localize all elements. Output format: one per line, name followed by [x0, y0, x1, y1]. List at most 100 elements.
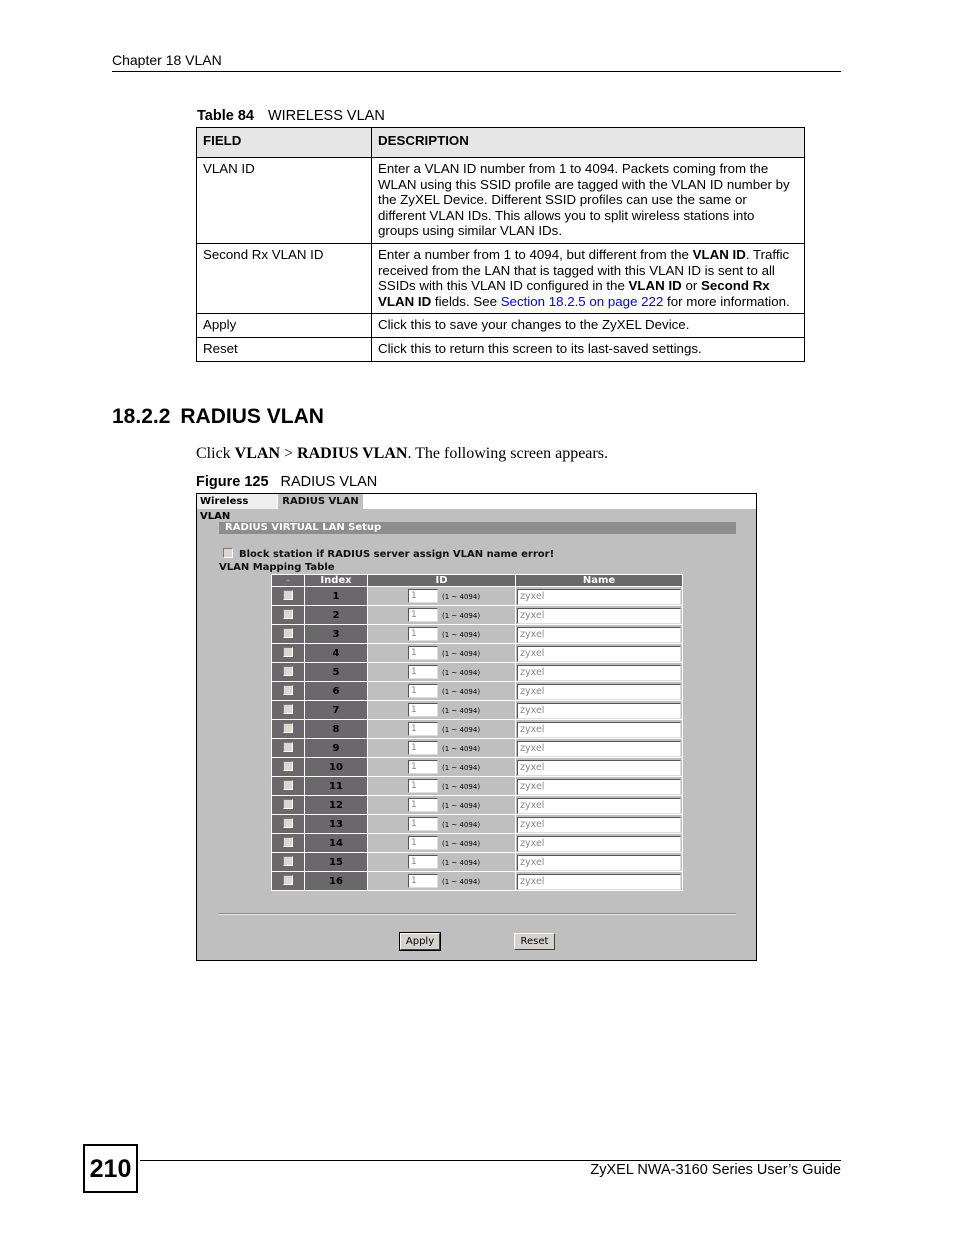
tab-wireless-vlan[interactable]: Wireless VLAN: [197, 494, 277, 522]
id-cell: 1 (1 ~ 4094): [367, 643, 516, 663]
vlan-id-input[interactable]: 1: [408, 760, 438, 774]
name-cell: zyxel: [515, 852, 683, 872]
mapping-row: 2 1 (1 ~ 4094) zyxel: [271, 605, 683, 625]
figure-caption: Figure 125 RADIUS VLAN: [196, 474, 377, 490]
section-heading: 18.2.2 RADIUS VLAN: [112, 405, 324, 429]
tab-bar: Wireless VLAN RADIUS VLAN: [197, 494, 756, 522]
mapping-row: 8 1 (1 ~ 4094) zyxel: [271, 719, 683, 739]
column-header-description: DESCRIPTION: [371, 127, 805, 158]
text: >: [280, 445, 298, 462]
select-cell: [271, 757, 305, 777]
field-cell: Second Rx VLAN ID: [196, 242, 372, 315]
index-cell: 11: [304, 776, 368, 796]
name-cell: zyxel: [515, 643, 683, 663]
vlan-name-input[interactable]: zyxel: [517, 588, 681, 605]
vlan-id-input[interactable]: 1: [408, 874, 438, 888]
vlan-id-input[interactable]: 1: [408, 665, 438, 679]
vlan-id-input[interactable]: 1: [408, 684, 438, 698]
vlan-name-input[interactable]: zyxel: [517, 778, 681, 795]
reset-button[interactable]: Reset: [514, 933, 555, 950]
vlan-name-input[interactable]: zyxel: [517, 835, 681, 852]
vlan-id-input[interactable]: 1: [408, 779, 438, 793]
select-cell: [271, 795, 305, 815]
id-cell: 1 (1 ~ 4094): [367, 662, 516, 682]
row-checkbox[interactable]: [283, 609, 293, 619]
vlan-name-input[interactable]: zyxel: [517, 683, 681, 700]
id-range-hint: (1 ~ 4094): [442, 650, 481, 658]
vlan-name-input[interactable]: zyxel: [517, 702, 681, 719]
vlan-name-input[interactable]: zyxel: [517, 816, 681, 833]
block-station-checkbox[interactable]: [223, 548, 233, 558]
description-cell: Enter a VLAN ID number from 1 to 4094. P…: [371, 157, 805, 244]
name-cell: zyxel: [515, 776, 683, 796]
vlan-name-input[interactable]: zyxel: [517, 797, 681, 814]
vlan-id-input[interactable]: 1: [408, 836, 438, 850]
table-row: Second Rx VLAN ID Enter a number from 1 …: [196, 242, 805, 315]
index-cell: 15: [304, 852, 368, 872]
select-cell: [271, 833, 305, 853]
row-checkbox[interactable]: [283, 723, 293, 733]
vlan-id-input[interactable]: 1: [408, 703, 438, 717]
vlan-id-input[interactable]: 1: [408, 722, 438, 736]
mapping-row: 10 1 (1 ~ 4094) zyxel: [271, 757, 683, 777]
row-checkbox[interactable]: [283, 704, 293, 714]
row-checkbox[interactable]: [283, 685, 293, 695]
vlan-id-input[interactable]: 1: [408, 855, 438, 869]
vlan-name-input[interactable]: zyxel: [517, 854, 681, 871]
vlan-id-input[interactable]: 1: [408, 589, 438, 603]
mapping-row: 5 1 (1 ~ 4094) zyxel: [271, 662, 683, 682]
row-checkbox[interactable]: [283, 742, 293, 752]
row-checkbox[interactable]: [283, 837, 293, 847]
id-cell: 1 (1 ~ 4094): [367, 605, 516, 625]
footer-divider: [140, 1160, 841, 1161]
mapping-row: 7 1 (1 ~ 4094) zyxel: [271, 700, 683, 720]
vlan-name-input[interactable]: zyxel: [517, 721, 681, 738]
vlan-name-input[interactable]: zyxel: [517, 664, 681, 681]
vlan-name-input[interactable]: zyxel: [517, 740, 681, 757]
vlan-id-input[interactable]: 1: [408, 646, 438, 660]
intro-paragraph: Click VLAN > RADIUS VLAN. The following …: [196, 445, 608, 463]
row-checkbox[interactable]: [283, 780, 293, 790]
mapping-row: 4 1 (1 ~ 4094) zyxel: [271, 643, 683, 663]
field-cell: VLAN ID: [196, 157, 372, 244]
row-checkbox[interactable]: [283, 666, 293, 676]
row-checkbox[interactable]: [283, 761, 293, 771]
id-cell: 1 (1 ~ 4094): [367, 814, 516, 834]
row-checkbox[interactable]: [283, 856, 293, 866]
vlan-name-input[interactable]: zyxel: [517, 645, 681, 662]
vlan-name-input[interactable]: zyxel: [517, 873, 681, 890]
row-checkbox[interactable]: [283, 818, 293, 828]
apply-button[interactable]: Apply: [399, 932, 441, 951]
column-header-index: Index: [304, 574, 368, 587]
vlan-id-input[interactable]: 1: [408, 798, 438, 812]
name-cell: zyxel: [515, 605, 683, 625]
select-cell: [271, 605, 305, 625]
text: for more information.: [663, 293, 790, 309]
section-link[interactable]: Section 18.2.5 on page 222: [501, 294, 664, 309]
row-checkbox[interactable]: [283, 590, 293, 600]
vlan-name-input[interactable]: zyxel: [517, 607, 681, 624]
row-checkbox[interactable]: [283, 628, 293, 638]
text: or: [681, 278, 701, 294]
id-cell: 1 (1 ~ 4094): [367, 700, 516, 720]
vlan-id-input[interactable]: 1: [408, 608, 438, 622]
vlan-id-input[interactable]: 1: [408, 627, 438, 641]
vlan-id-input[interactable]: 1: [408, 817, 438, 831]
row-checkbox[interactable]: [283, 799, 293, 809]
row-checkbox[interactable]: [283, 875, 293, 885]
guide-title: ZyXEL NWA-3160 Series User’s Guide: [590, 1162, 841, 1178]
setup-title-bar: RADIUS VIRTUAL LAN Setup: [219, 522, 736, 534]
vlan-name-input[interactable]: zyxel: [517, 626, 681, 643]
tab-radius-vlan[interactable]: RADIUS VLAN: [278, 494, 363, 509]
mapping-row: 14 1 (1 ~ 4094) zyxel: [271, 833, 683, 853]
row-checkbox[interactable]: [283, 647, 293, 657]
vlan-name-input[interactable]: zyxel: [517, 759, 681, 776]
table-caption-title: WIRELESS VLAN: [267, 108, 385, 124]
name-cell: zyxel: [515, 624, 683, 644]
select-cell: [271, 738, 305, 758]
id-cell: 1 (1 ~ 4094): [367, 681, 516, 701]
id-range-hint: (1 ~ 4094): [442, 764, 481, 772]
vlan-id-input[interactable]: 1: [408, 741, 438, 755]
name-cell: zyxel: [515, 719, 683, 739]
index-cell: 14: [304, 833, 368, 853]
